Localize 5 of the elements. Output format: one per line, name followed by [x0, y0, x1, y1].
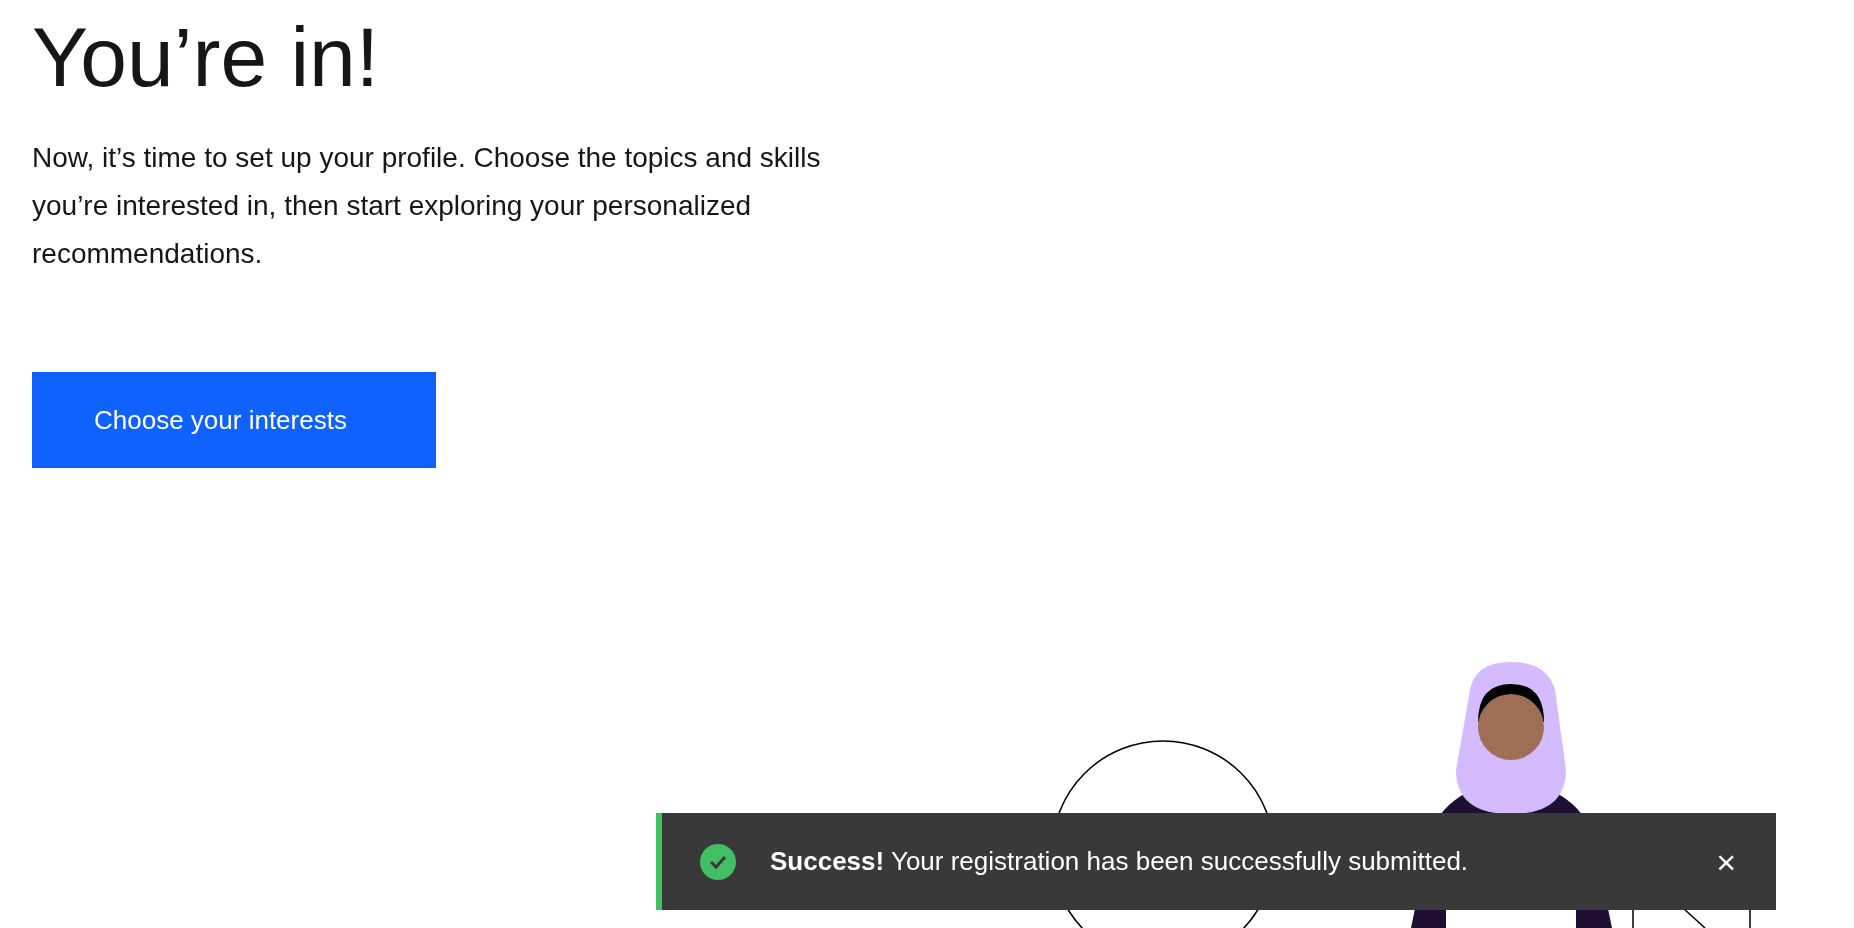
notification-message: Success! Your registration has been successfully submitted. [770, 846, 1470, 877]
intro-paragraph: Now, it’s time to set up your profile. Choose the topics and skills you’re interested in, then start exploring your personalized recommendations. [32, 141, 822, 271]
checkmark-icon [700, 843, 736, 880]
page-heading: You’re in! [32, 14, 380, 100]
choose-interests-button[interactable]: Choose your interests [32, 372, 436, 468]
